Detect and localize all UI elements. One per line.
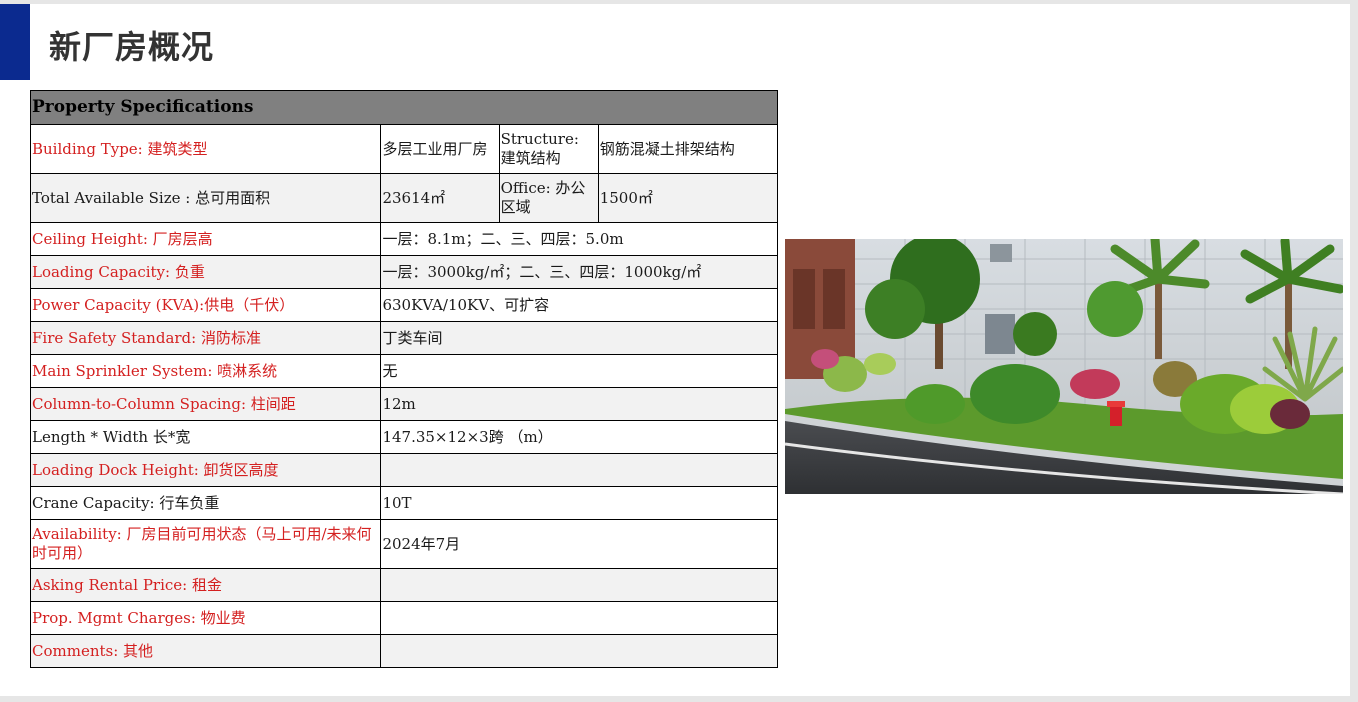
label-availability: Availability: 厂房目前可用状态（马上可用/未来何时可用） (29, 519, 382, 569)
value-availability: 2024年7月 (380, 519, 778, 569)
value-loading-capacity: 一层：3000kg/㎡；二、三、四层：1000kg/㎡ (380, 255, 778, 289)
value-column-spacing: 12m (380, 387, 778, 421)
label-crane-capacity: Crane Capacity: 行车负重 (29, 486, 382, 520)
value-building-type: 多层工业用厂房 (380, 124, 500, 174)
value-fire-safety: 丁类车间 (380, 321, 778, 355)
value-sprinkler: 无 (380, 354, 778, 388)
value-length-width: 147.35×12×3跨 （m） (380, 420, 778, 454)
accent-bar (0, 4, 30, 80)
value-dock-height (380, 453, 778, 487)
value-ceiling-height: 一层：8.1m；二、三、四层：5.0m (380, 222, 778, 256)
label-structure: Structure: 建筑结构 (498, 124, 599, 174)
building-landscape-photo (785, 239, 1343, 494)
value-crane-capacity: 10T (380, 486, 778, 520)
page-title: 新厂房概况 (49, 28, 215, 66)
label-dock-height: Loading Dock Height: 卸货区高度 (29, 453, 382, 487)
value-mgmt-charges (380, 601, 778, 635)
value-power-capacity: 630KVA/10KV、可扩容 (380, 288, 778, 322)
value-total-size: 23614㎡ (380, 173, 500, 223)
label-sprinkler: Main Sprinkler System: 喷淋系统 (29, 354, 382, 388)
label-column-spacing: Column-to-Column Spacing: 柱间距 (29, 387, 382, 421)
page: 新厂房概况 Property Specifications Building T… (0, 4, 1350, 696)
label-power-capacity: Power Capacity (KVA):供电（千伏） (29, 288, 382, 322)
table-header: Property Specifications (30, 90, 778, 125)
label-fire-safety: Fire Safety Standard: 消防标准 (29, 321, 382, 355)
label-total-size: Total Available Size : 总可用面积 (29, 173, 382, 223)
label-length-width: Length * Width 长*宽 (29, 420, 382, 454)
value-office: 1500㎡ (597, 173, 779, 223)
label-loading-capacity: Loading Capacity: 负重 (29, 255, 382, 289)
label-mgmt-charges: Prop. Mgmt Charges: 物业费 (29, 601, 382, 635)
label-building-type: Building Type: 建筑类型 (29, 124, 382, 174)
value-comments (380, 634, 778, 668)
label-rental-price: Asking Rental Price: 租金 (29, 568, 382, 602)
label-office: Office: 办公区域 (498, 173, 599, 223)
property-spec-table: Property Specifications Building Type: 建… (29, 90, 779, 668)
value-structure: 钢筋混凝土排架结构 (597, 124, 779, 174)
label-comments: Comments: 其他 (29, 634, 382, 668)
label-ceiling-height: Ceiling Height: 厂房层高 (29, 222, 382, 256)
value-rental-price (380, 568, 778, 602)
